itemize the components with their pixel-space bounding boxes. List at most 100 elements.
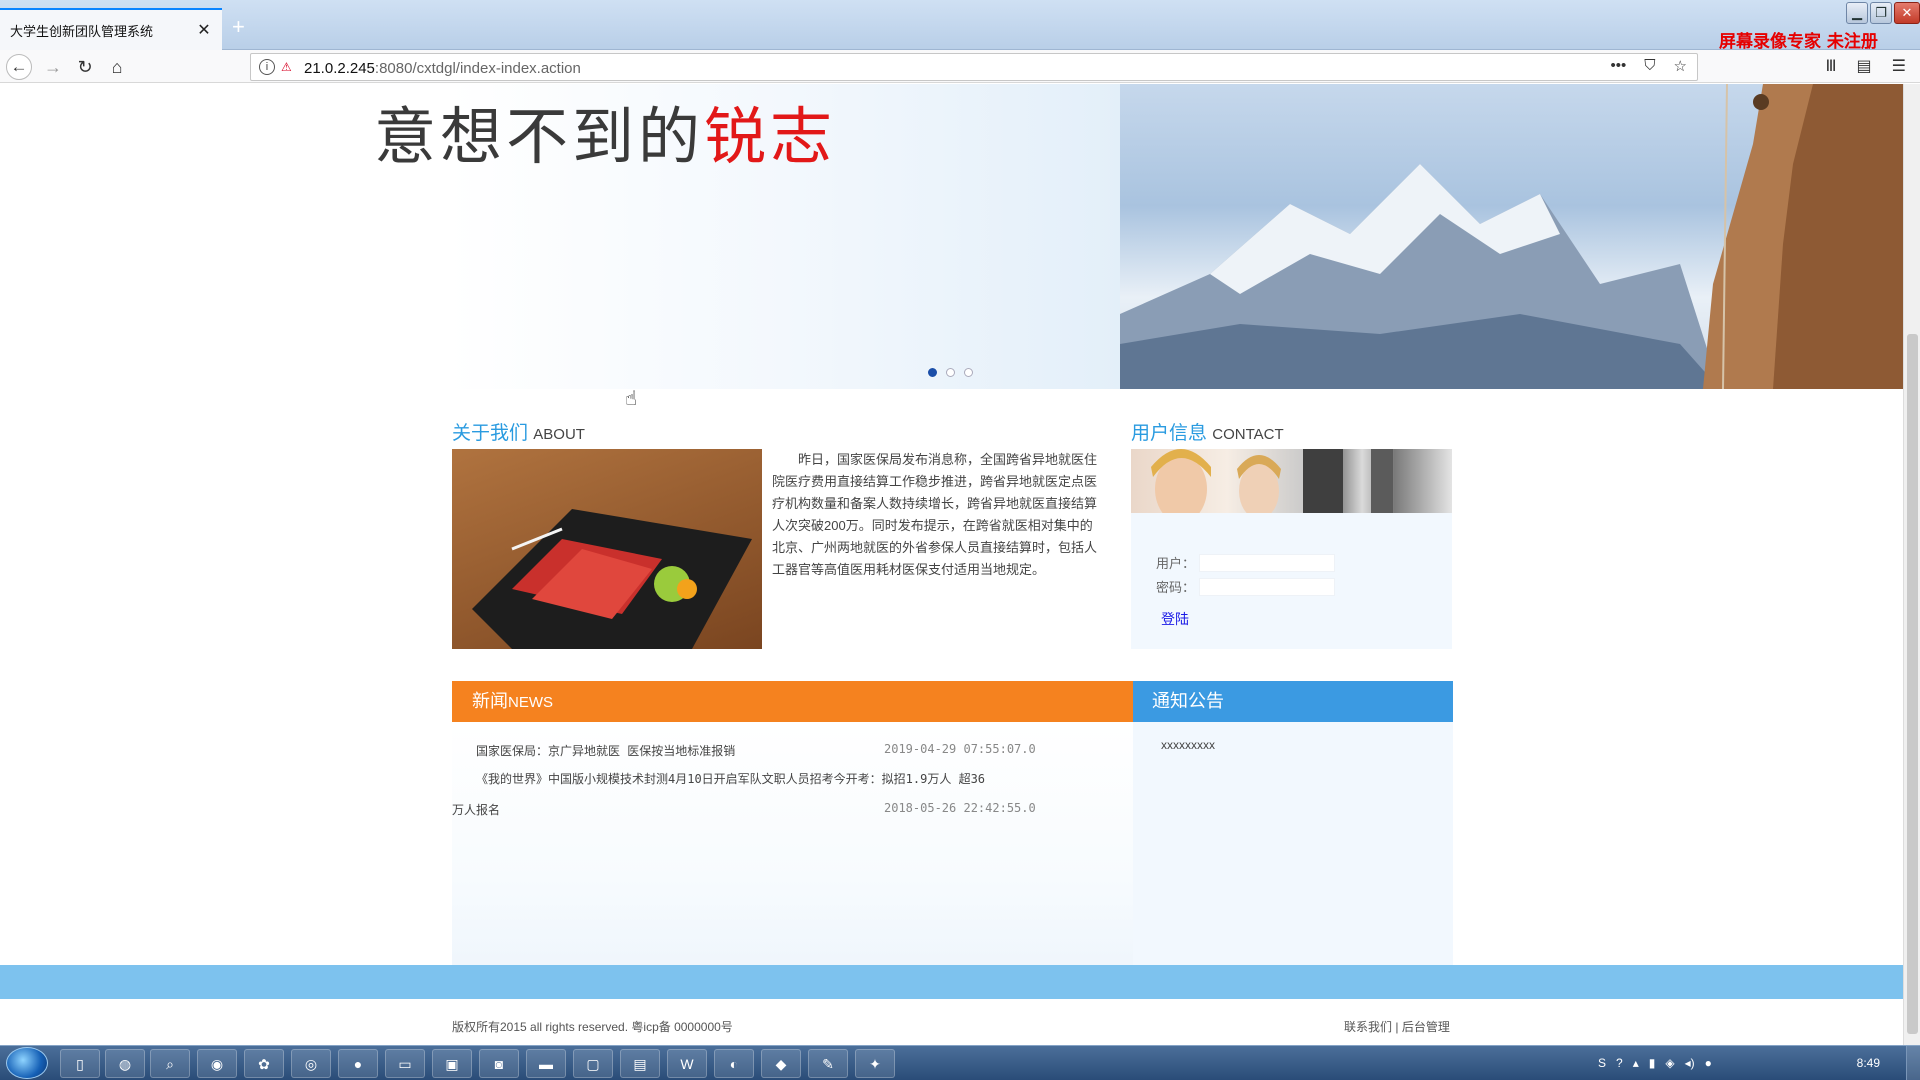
contact-us-link[interactable]: 联系我们	[1344, 1020, 1392, 1034]
slogan-dark: 意想不到的	[374, 100, 705, 173]
home-icon[interactable]: ⌂	[104, 54, 130, 80]
volume-icon[interactable]: ◂)	[1685, 1056, 1695, 1070]
news-list: 国家医保局：京广异地就医 医保按当地标准报销 2019-04-29 07:55:…	[452, 722, 1133, 982]
restore-button[interactable]: ❐	[1870, 2, 1892, 24]
password-row: 密码：	[1156, 577, 1336, 596]
insecure-lock-icon: ⚠	[281, 60, 292, 74]
minimize-button[interactable]: ▁	[1846, 2, 1868, 24]
password-label: 密码：	[1156, 580, 1196, 595]
about-title-cn: 关于我们	[452, 423, 529, 444]
carousel-dot[interactable]	[964, 368, 973, 377]
about-title: 关于我们 ABOUT	[452, 418, 585, 445]
taskbar-file-icon[interactable]: ▯	[60, 1049, 100, 1078]
tab-title: 大学生创新团队管理系统	[10, 23, 154, 39]
contact-title: 用户信息 CONTACT	[1131, 418, 1284, 445]
slogan-red: 锐志	[704, 100, 837, 173]
library-icon[interactable]: Ⅲ	[1826, 56, 1837, 76]
taskbar-firefox-icon[interactable]: ●	[338, 1049, 378, 1078]
help-icon[interactable]: ?	[1616, 1056, 1623, 1070]
footer-copyright: 版权所有2015 all rights reserved. 粤icp备 0000…	[452, 1020, 733, 1034]
taskbar-app-icon[interactable]: ◉	[197, 1049, 237, 1078]
notice-header: 通知公告	[1133, 681, 1453, 722]
cliff-illustration	[1703, 84, 1903, 389]
taskbar-game-icon[interactable]: ✦	[855, 1049, 895, 1078]
notice-item[interactable]: xxxxxxxxx	[1161, 738, 1215, 752]
user-input[interactable]	[1199, 553, 1336, 572]
contact-photo	[1131, 449, 1452, 513]
pocket-icon[interactable]: ⛉	[1644, 57, 1655, 75]
banner-slogan: 意想不到的锐志	[374, 86, 836, 176]
carousel-dot[interactable]	[928, 368, 937, 377]
news-item-date: 2018-05-26 22:42:55.0	[884, 801, 1036, 815]
banner-image	[1120, 84, 1903, 389]
about-text: 昨日，国家医保局发布消息称，全国跨省异地就医住院医疗费用直接结算工作稳步推进，跨…	[772, 452, 1098, 577]
banner-left: 意想不到的锐志	[0, 84, 1120, 389]
footer-links: 联系我们 | 后台管理	[1344, 1018, 1450, 1035]
news-item-title[interactable]: 国家医保局：京广异地就医 医保按当地标准报销	[476, 742, 735, 759]
page-scrollbar[interactable]	[1903, 84, 1920, 1045]
taskbar-doc-icon[interactable]: ▢	[573, 1049, 613, 1078]
news-title-en: NEWS	[508, 694, 553, 711]
page-actions-icon[interactable]: •••	[1611, 57, 1627, 75]
password-input[interactable]	[1199, 577, 1336, 596]
taskbar-folder-icon[interactable]: ▤	[620, 1049, 660, 1078]
taskbar-search-icon[interactable]: ⌕	[150, 1049, 190, 1078]
scroll-thumb[interactable]	[1907, 334, 1918, 1034]
taskbar-chrome-icon[interactable]: ◎	[291, 1049, 331, 1078]
reload-icon[interactable]: ↻	[72, 54, 98, 80]
back-icon[interactable]: ←	[6, 54, 32, 80]
contact-title-cn: 用户信息	[1131, 423, 1208, 444]
login-button[interactable]: 登陆	[1161, 609, 1189, 629]
news-item-title[interactable]: 《我的世界》中国版小规模技术封测4月10日开启军队文职人员招考今开考：拟招1.9…	[476, 770, 985, 787]
url-path: :8080/cxtdgl/index-index.action	[374, 60, 581, 77]
admin-link[interactable]: 后台管理	[1402, 1020, 1450, 1034]
menu-icon[interactable]: ☰	[1892, 56, 1906, 76]
taskbar-pdf-icon[interactable]: ◆	[761, 1049, 801, 1078]
taskbar-console-icon[interactable]: ▬	[526, 1049, 566, 1078]
carousel-dot[interactable]	[946, 368, 955, 377]
news-item-title-continued[interactable]: 万人报名	[452, 801, 500, 818]
start-button[interactable]	[6, 1047, 48, 1079]
carousel-dots	[928, 368, 973, 377]
taskbar-globe-icon[interactable]: ◍	[105, 1049, 145, 1078]
tab-close-icon[interactable]: ✕	[196, 20, 212, 40]
qq-icon[interactable]: ●	[1705, 1056, 1712, 1070]
recorder-watermark: 屏幕录像专家 未注册	[1719, 32, 1878, 52]
browser-tab-bar: 大学生创新团队管理系统 ✕ + 屏幕录像专家 未注册 ▁ ❐ ✕	[0, 0, 1920, 52]
url-host: 21.0.2.245	[304, 60, 375, 77]
footer-band	[0, 965, 1903, 999]
about-image	[452, 449, 762, 649]
ime-icon[interactable]: S	[1598, 1056, 1606, 1070]
sashimi-illustration	[472, 509, 752, 649]
url-text[interactable]: 21.0.2.245:8080/cxtdgl/index-index.actio…	[304, 60, 581, 77]
bookmark-star-icon[interactable]: ☆	[1674, 57, 1687, 75]
new-tab-button[interactable]: +	[232, 14, 245, 40]
taskbar-chat-icon[interactable]: ▭	[385, 1049, 425, 1078]
tray-expand-icon[interactable]: ▴	[1633, 1056, 1639, 1070]
site-info-icon[interactable]: i	[259, 59, 275, 75]
taskbar-clock[interactable]: 8:49	[1857, 1056, 1880, 1070]
news-title-cn: 新闻	[472, 691, 508, 711]
footer-separator: |	[1395, 1020, 1399, 1034]
taskbar-eclipse-icon[interactable]: ◐	[714, 1049, 754, 1078]
contact-title-en: CONTACT	[1212, 426, 1284, 443]
taskbar-window-icon[interactable]: ▣	[432, 1049, 472, 1078]
taskbar-app-icon[interactable]: ✿	[244, 1049, 284, 1078]
about-title-en: ABOUT	[533, 426, 585, 443]
browser-nav-bar: ← → ↻ ⌂ i ⚠ 21.0.2.245:8080/cxtdgl/index…	[0, 50, 1920, 83]
browser-tab[interactable]: 大学生创新团队管理系统 ✕	[0, 8, 222, 50]
page-content: 意想不到的锐志 关于我们 ABOUT 昨日，国家医保局发布消息称，全国跨省异地就…	[0, 84, 1903, 1045]
taskbar-word-icon[interactable]: W	[667, 1049, 707, 1078]
forward-icon[interactable]: →	[40, 54, 66, 80]
taskbar-record-icon[interactable]: ◙	[479, 1049, 519, 1078]
hand-cursor-icon: ☝	[625, 388, 638, 410]
window-close-button[interactable]: ✕	[1894, 2, 1920, 24]
battery-icon[interactable]: ▮	[1649, 1056, 1656, 1070]
taskbar-notepad-icon[interactable]: ✎	[808, 1049, 848, 1078]
network-icon[interactable]: ◈	[1665, 1056, 1674, 1070]
show-desktop-button[interactable]	[1906, 1046, 1920, 1080]
url-bar[interactable]: i ⚠ 21.0.2.245:8080/cxtdgl/index-index.a…	[250, 53, 1698, 81]
taskbar: ▯ ◍ ⌕ ◉ ✿ ◎ ● ▭ ▣ ◙ ▬ ▢ ▤ W ◐ ◆ ✎ ✦ S ? …	[0, 1045, 1920, 1080]
user-row: 用户：	[1156, 553, 1336, 572]
sidebar-icon[interactable]: ▤	[1857, 56, 1872, 76]
